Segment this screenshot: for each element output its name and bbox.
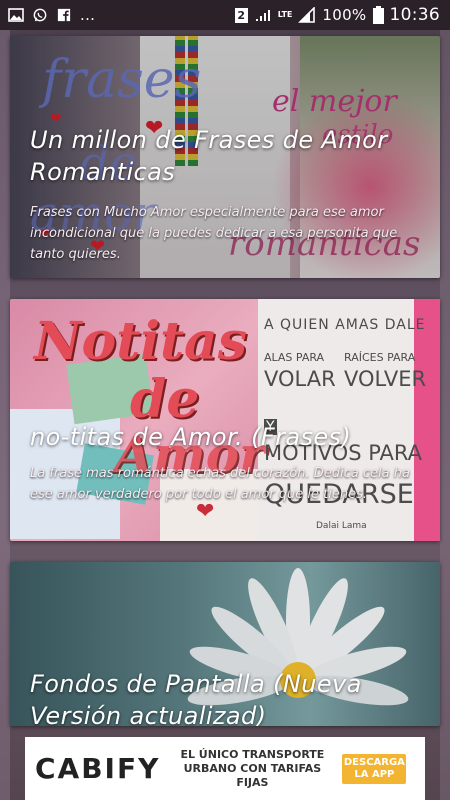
card-title: Un millon de Frases de Amor Romanticas <box>30 126 388 186</box>
facebook-icon <box>57 8 71 22</box>
signal-strength-icon <box>298 7 316 23</box>
card-notitas-de-amor[interactable]: Notitas de Amor A QUIEN AMAS DALE ALAS P… <box>10 299 440 541</box>
signal-icon <box>255 10 270 21</box>
background-pillar-left <box>0 30 10 800</box>
card-title: Fondos de Pantalla (Nueva Versión actual… <box>30 670 362 726</box>
whatsapp-icon <box>33 8 47 22</box>
card-frases-de-amor[interactable]: frases de amor el mejor estilo romantica… <box>10 36 440 278</box>
background-pillar-right <box>440 30 450 800</box>
notification-overflow: ... <box>80 6 96 24</box>
battery-icon <box>372 6 384 24</box>
battery-level: 100% <box>322 6 367 24</box>
card-title: no-titas de Amor. (Frases) <box>30 423 352 451</box>
status-bar: ... 2 LTE 100% 10:36 <box>0 0 450 30</box>
ad-brand: CABIFY <box>35 752 161 785</box>
clock: 10:36 <box>389 5 440 25</box>
ad-download-button[interactable]: DESCARGA LA APP <box>342 753 407 784</box>
network-type: LTE <box>277 10 293 19</box>
card-description: Frases con Mucho Amor especialmente para… <box>30 205 398 262</box>
ad-tagline: EL ÚNICO TRANSPORTE URBANO CON TARIFAS F… <box>180 747 325 789</box>
sim-slot-badge: 2 <box>234 7 248 23</box>
ad-banner[interactable]: CABIFY EL ÚNICO TRANSPORTE URBANO CON TA… <box>25 737 425 800</box>
gallery-icon <box>8 8 24 22</box>
card-fondos-de-pantalla[interactable]: Fondos de Pantalla (Nueva Versión actual… <box>10 562 440 726</box>
card-description: La frase mas romántica echas del corazón… <box>30 466 410 502</box>
